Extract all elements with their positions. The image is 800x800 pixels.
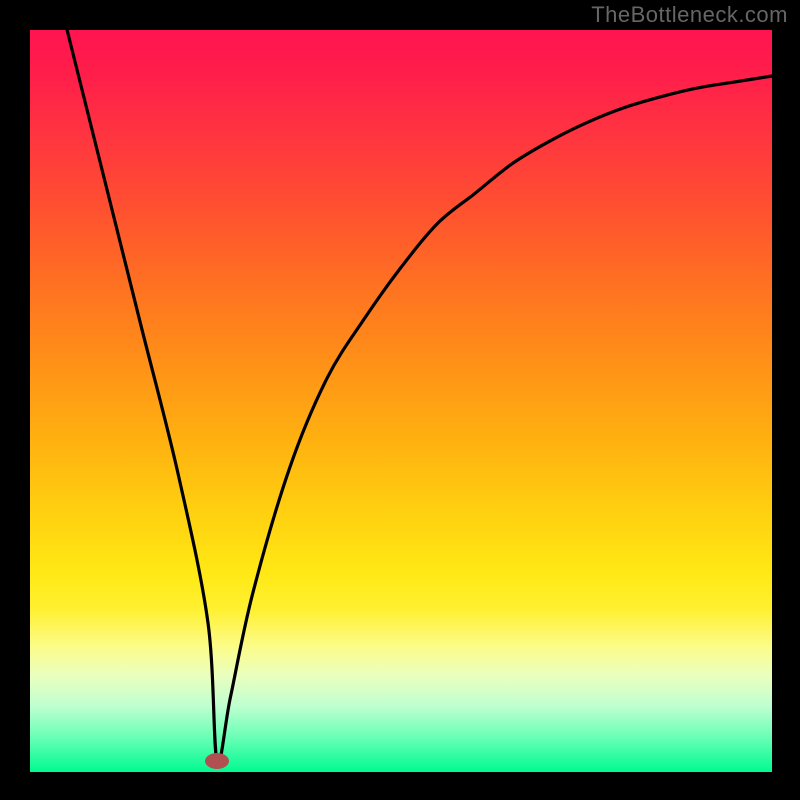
curve-path <box>67 30 772 763</box>
chart-frame: TheBottleneck.com <box>0 0 800 800</box>
optimal-point-marker <box>205 753 229 769</box>
bottleneck-curve <box>0 0 800 800</box>
